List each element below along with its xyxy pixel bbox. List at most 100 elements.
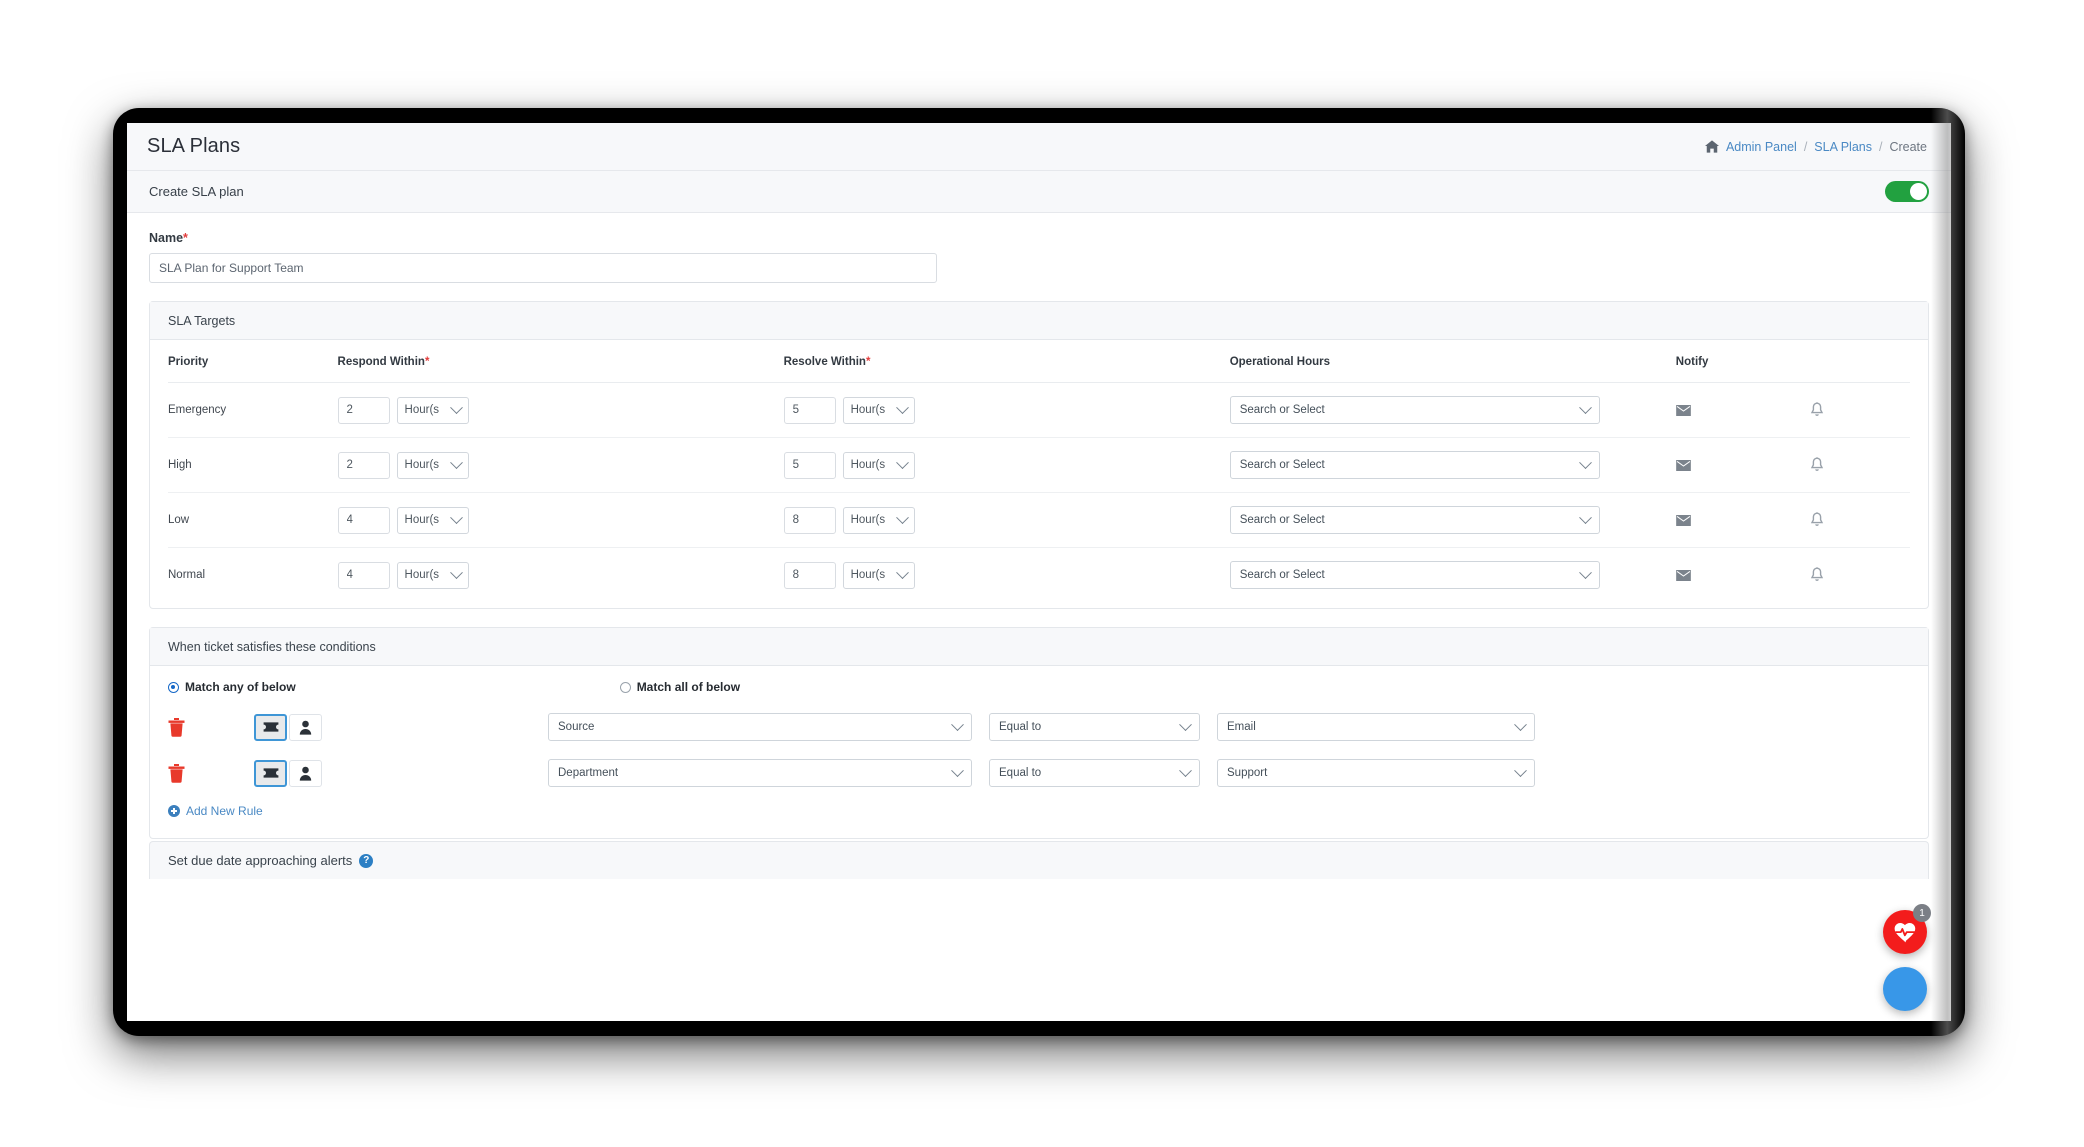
heartbeat-icon xyxy=(1894,922,1916,942)
chat-fab-button[interactable] xyxy=(1883,967,1927,1011)
resolve-required-marker: * xyxy=(865,356,871,368)
resolve-unit-value: Hour(s xyxy=(850,404,886,416)
breadcrumb-item-create: Create xyxy=(1889,139,1927,154)
sla-targets-table-body: Emergency Hour(s xyxy=(168,382,1910,603)
chevron-down-icon xyxy=(449,510,463,524)
radio-match-all-indicator[interactable] xyxy=(619,681,631,693)
resolve-unit-value: Hour(s xyxy=(850,514,886,526)
rule-target-ticket-button[interactable] xyxy=(254,759,287,787)
radio-match-all[interactable]: Match all of below xyxy=(619,680,740,694)
operational-hours-select[interactable]: Search or Select xyxy=(1229,506,1600,534)
rule-operator-select[interactable]: Equal to xyxy=(989,759,1200,787)
radio-match-any[interactable]: Match any of below xyxy=(168,680,296,694)
chevron-down-icon xyxy=(1578,565,1592,579)
operational-hours-select[interactable]: Search or Select xyxy=(1229,451,1600,479)
conditions-panel-body: Match any of below Match all of below So… xyxy=(150,666,1928,838)
operational-hours-value: Search or Select xyxy=(1239,569,1325,581)
table-row: High Hour(s xyxy=(168,437,1910,493)
breadcrumb-separator-1: / xyxy=(1803,139,1808,154)
respond-unit-select[interactable]: Hour(s xyxy=(396,561,469,589)
operational-hours-select[interactable]: Search or Select xyxy=(1229,396,1600,424)
rule-operator-value: Equal to xyxy=(999,767,1042,779)
rule-operator-select[interactable]: Equal to xyxy=(989,713,1200,741)
row-notify-bell[interactable] xyxy=(1810,548,1910,603)
respond-value-input[interactable] xyxy=(337,506,390,534)
row-notify-email[interactable] xyxy=(1675,437,1810,493)
envelope-icon[interactable] xyxy=(1675,514,1691,526)
resolve-value-input[interactable] xyxy=(783,451,836,479)
operational-hours-select[interactable]: Search or Select xyxy=(1229,561,1600,589)
respond-unit-select[interactable]: Hour(s xyxy=(396,506,469,534)
name-input[interactable] xyxy=(149,253,937,283)
rule-field-value: Source xyxy=(558,721,595,733)
resolve-unit-select[interactable]: Hour(s xyxy=(842,506,915,534)
rule-row: Department Equal to Support xyxy=(168,750,1910,796)
row-notify-bell[interactable] xyxy=(1809,492,1910,548)
resolve-value-input[interactable] xyxy=(783,561,836,589)
bell-icon[interactable] xyxy=(1810,512,1824,528)
help-icon[interactable]: ? xyxy=(359,853,374,868)
trash-icon[interactable] xyxy=(168,763,185,783)
sla-plan-enabled-toggle[interactable] xyxy=(1885,181,1929,202)
rule-value-select[interactable]: Email xyxy=(1217,713,1535,741)
table-header-row: Priority Respond Within* Resolve Within*… xyxy=(168,340,1910,383)
resolve-unit-select[interactable]: Hour(s xyxy=(842,561,915,589)
sla-targets-table: Priority Respond Within* Resolve Within*… xyxy=(168,340,1910,602)
respond-unit-value: Hour(s xyxy=(404,514,440,526)
row-resolve-within: Hour(s xyxy=(783,382,1230,438)
row-respond-within: Hour(s xyxy=(337,548,784,603)
row-notify-bell[interactable] xyxy=(1809,382,1910,438)
trash-icon[interactable] xyxy=(168,717,185,737)
rule-target-user-button[interactable] xyxy=(289,759,322,787)
respond-value-input[interactable] xyxy=(337,451,390,479)
chevron-down-icon xyxy=(895,510,909,524)
respond-value-input[interactable] xyxy=(337,396,390,424)
health-fab-button[interactable]: 1 xyxy=(1883,904,1931,954)
resolve-value-input[interactable] xyxy=(783,396,836,424)
row-resolve-within: Hour(s xyxy=(783,437,1230,493)
row-operational-hours: Search or Select xyxy=(1229,437,1676,493)
add-new-rule-button[interactable]: Add New Rule xyxy=(168,796,1910,832)
due-date-alerts-title: Set due date approaching alerts xyxy=(168,853,353,868)
breadcrumb-item-sla-plans[interactable]: SLA Plans xyxy=(1814,140,1872,154)
row-priority: Emergency xyxy=(168,382,338,438)
sla-targets-panel: SLA Targets Priority Respond Within* Res… xyxy=(149,301,1929,609)
operational-hours-value: Search or Select xyxy=(1239,459,1325,471)
envelope-icon[interactable] xyxy=(1675,404,1691,416)
plus-circle-icon xyxy=(168,805,180,817)
respond-unit-select[interactable]: Hour(s xyxy=(396,396,469,424)
name-label-text: Name xyxy=(149,231,184,245)
bell-icon[interactable] xyxy=(1810,567,1824,583)
operational-hours-value: Search or Select xyxy=(1239,514,1325,526)
rule-value-select[interactable]: Support xyxy=(1217,759,1535,787)
bell-icon[interactable] xyxy=(1810,457,1824,473)
respond-value-input[interactable] xyxy=(337,561,390,589)
breadcrumb-item-admin-panel[interactable]: Admin Panel xyxy=(1726,140,1797,154)
resolve-unit-select[interactable]: Hour(s xyxy=(842,451,915,479)
row-notify-email[interactable] xyxy=(1675,492,1810,548)
sla-targets-panel-body: Priority Respond Within* Resolve Within*… xyxy=(150,340,1928,608)
bell-icon[interactable] xyxy=(1810,402,1824,418)
rule-target-type-group xyxy=(254,713,322,741)
row-notify-email[interactable] xyxy=(1675,382,1810,438)
toggle-knob xyxy=(1910,183,1927,200)
row-notify-bell[interactable] xyxy=(1809,437,1910,493)
column-header-resolve-text: Resolve Within xyxy=(783,356,866,368)
name-label: Name* xyxy=(149,231,1929,245)
resolve-unit-select[interactable]: Hour(s xyxy=(842,396,915,424)
column-header-priority: Priority xyxy=(168,340,338,383)
resolve-value-input[interactable] xyxy=(783,506,836,534)
respond-unit-select[interactable]: Hour(s xyxy=(396,451,469,479)
home-icon[interactable] xyxy=(1704,140,1719,153)
table-row: Normal Hour(s xyxy=(168,548,1910,603)
rule-field-select[interactable]: Source xyxy=(548,713,972,741)
rule-target-user-button[interactable] xyxy=(289,713,322,741)
row-notify-email[interactable] xyxy=(1675,548,1810,603)
envelope-icon[interactable] xyxy=(1675,569,1691,581)
name-required-marker: * xyxy=(183,231,188,245)
row-priority: Low xyxy=(168,492,338,548)
envelope-icon[interactable] xyxy=(1675,459,1691,471)
rule-field-select[interactable]: Department xyxy=(548,759,972,787)
radio-match-any-indicator[interactable] xyxy=(168,681,179,693)
rule-target-ticket-button[interactable] xyxy=(254,713,287,741)
